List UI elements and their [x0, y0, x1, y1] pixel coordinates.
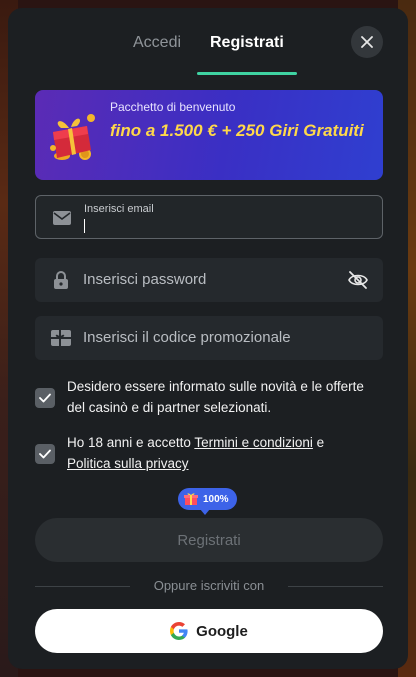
terms-link[interactable]: Termini e condizioni: [194, 435, 313, 450]
check-icon: [39, 393, 51, 403]
email-label: Inserisci email: [84, 203, 154, 215]
gift-icon: [184, 493, 198, 505]
password-field[interactable]: Inserisci password: [35, 258, 383, 302]
check-icon: [39, 449, 51, 459]
eye-off-icon[interactable]: [347, 269, 369, 291]
banner-headline: fino a 1.500 € + 250 Giri Gratuiti: [110, 121, 364, 140]
google-label: Google: [196, 622, 248, 640]
divider-line-right: [288, 586, 383, 587]
terms-checkbox[interactable]: [35, 444, 55, 464]
active-tab-indicator: [197, 72, 297, 75]
mail-icon: [52, 208, 72, 228]
gift-card-icon: [51, 328, 71, 348]
promo-code-field[interactable]: Inserisci il codice promozionale: [35, 316, 383, 360]
google-icon: [170, 622, 188, 640]
google-signin-button[interactable]: Google: [35, 609, 383, 653]
tab-register[interactable]: Registrati: [210, 34, 284, 52]
register-submit-button[interactable]: Registrati: [35, 518, 383, 562]
marketing-text: Desidero essere informato sulle novità e…: [67, 379, 364, 415]
social-divider: Oppure iscriviti con: [35, 578, 383, 594]
gift-icon: [50, 114, 95, 160]
password-placeholder: Inserisci password: [83, 271, 207, 288]
promo-placeholder: Inserisci il codice promozionale: [83, 329, 291, 346]
auth-tabs: Accedi Registrati: [8, 28, 408, 80]
text-caret: [84, 219, 85, 233]
terms-text: Ho 18 anni e accetto Termini e condizion…: [67, 432, 377, 474]
close-icon: [361, 36, 373, 48]
bonus-badge: 100%: [178, 488, 237, 515]
bonus-percent: 100%: [203, 493, 229, 505]
signup-modal: Accedi Registrati Pacchetto di benvenuto…: [8, 8, 408, 669]
lock-icon: [51, 270, 71, 290]
tab-login[interactable]: Accedi: [133, 34, 181, 52]
privacy-link[interactable]: Politica sulla privacy: [67, 456, 189, 471]
banner-subtitle: Pacchetto di benvenuto: [110, 100, 236, 114]
email-field[interactable]: Inserisci email: [35, 195, 383, 239]
close-button[interactable]: [351, 26, 383, 58]
terms-prefix: Ho 18 anni e accetto: [67, 435, 195, 450]
marketing-checkbox[interactable]: [35, 388, 55, 408]
terms-mid: e: [312, 435, 325, 450]
welcome-banner: Pacchetto di benvenuto fino a 1.500 € + …: [35, 90, 383, 180]
